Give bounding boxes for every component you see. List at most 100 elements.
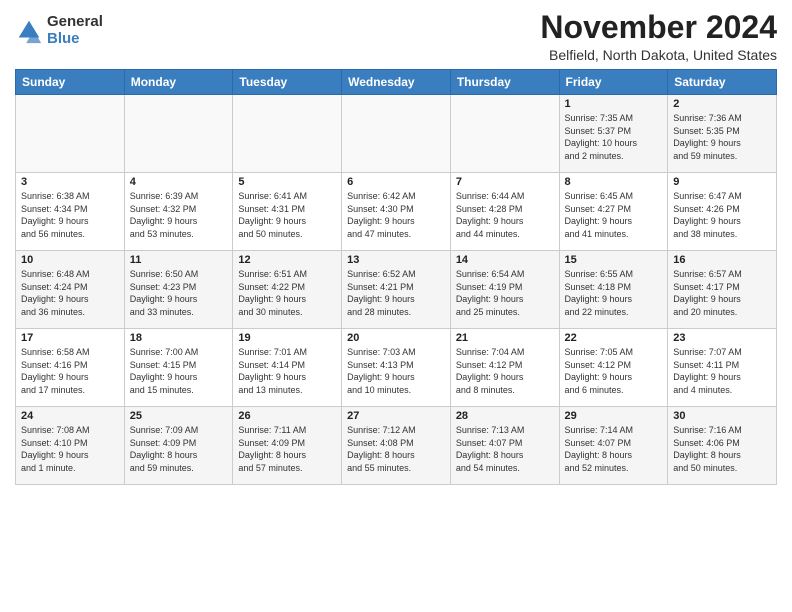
- table-row: 7 Sunrise: 6:44 AM Sunset: 4:28 PM Daylig…: [450, 173, 559, 251]
- day-number: 2: [673, 98, 771, 110]
- day-info: Sunrise: 6:55 AM Sunset: 4:18 PM Dayligh…: [565, 268, 663, 318]
- day-number: 13: [347, 254, 445, 266]
- table-row: [16, 95, 125, 173]
- day-info: Sunrise: 7:09 AM Sunset: 4:09 PM Dayligh…: [130, 424, 228, 474]
- day-number: 7: [456, 176, 554, 188]
- table-row: 23 Sunrise: 7:07 AM Sunset: 4:11 PM Dayli…: [668, 329, 777, 407]
- logo: General Blue: [15, 14, 103, 47]
- day-info: Sunrise: 6:54 AM Sunset: 4:19 PM Dayligh…: [456, 268, 554, 318]
- table-row: 1 Sunrise: 7:35 AM Sunset: 5:37 PM Daylig…: [559, 95, 668, 173]
- table-row: 15 Sunrise: 6:55 AM Sunset: 4:18 PM Dayli…: [559, 251, 668, 329]
- logo-icon: [15, 17, 43, 45]
- day-info: Sunrise: 6:39 AM Sunset: 4:32 PM Dayligh…: [130, 190, 228, 240]
- table-row: [450, 95, 559, 173]
- table-row: 24 Sunrise: 7:08 AM Sunset: 4:10 PM Dayli…: [16, 407, 125, 485]
- day-info: Sunrise: 7:01 AM Sunset: 4:14 PM Dayligh…: [238, 346, 336, 396]
- col-sunday: Sunday: [16, 70, 125, 95]
- day-info: Sunrise: 7:16 AM Sunset: 4:06 PM Dayligh…: [673, 424, 771, 474]
- day-info: Sunrise: 7:11 AM Sunset: 4:09 PM Dayligh…: [238, 424, 336, 474]
- table-row: 26 Sunrise: 7:11 AM Sunset: 4:09 PM Dayli…: [233, 407, 342, 485]
- table-row: 2Sunrise: 7:36 AM Sunset: 5:35 PM Daylig…: [668, 95, 777, 173]
- table-row: 19 Sunrise: 7:01 AM Sunset: 4:14 PM Dayli…: [233, 329, 342, 407]
- day-info: Sunrise: 6:45 AM Sunset: 4:27 PM Dayligh…: [565, 190, 663, 240]
- table-row: 17Sunrise: 6:58 AM Sunset: 4:16 PM Dayli…: [16, 329, 125, 407]
- location-subtitle: Belfield, North Dakota, United States: [540, 47, 777, 63]
- day-info: Sunrise: 6:57 AM Sunset: 4:17 PM Dayligh…: [673, 268, 771, 318]
- day-number: 5: [238, 176, 336, 188]
- day-number: 10: [21, 254, 119, 266]
- day-info: Sunrise: 6:50 AM Sunset: 4:23 PM Dayligh…: [130, 268, 228, 318]
- table-row: 21Sunrise: 7:04 AM Sunset: 4:12 PM Dayli…: [450, 329, 559, 407]
- table-row: 20Sunrise: 7:03 AM Sunset: 4:13 PM Dayli…: [342, 329, 451, 407]
- day-number: 4: [130, 176, 228, 188]
- table-row: 28Sunrise: 7:13 AM Sunset: 4:07 PM Dayli…: [450, 407, 559, 485]
- day-number: 14: [456, 254, 554, 266]
- table-row: 3 Sunrise: 6:38 AM Sunset: 4:34 PM Daylig…: [16, 173, 125, 251]
- day-info: Sunrise: 7:12 AM Sunset: 4:08 PM Dayligh…: [347, 424, 445, 474]
- table-row: 5 Sunrise: 6:41 AM Sunset: 4:31 PM Daylig…: [233, 173, 342, 251]
- day-number: 1: [565, 98, 663, 110]
- day-number: 25: [130, 410, 228, 422]
- col-tuesday: Tuesday: [233, 70, 342, 95]
- col-saturday: Saturday: [668, 70, 777, 95]
- day-number: 16: [673, 254, 771, 266]
- calendar-week-2: 3 Sunrise: 6:38 AM Sunset: 4:34 PM Daylig…: [16, 173, 777, 251]
- day-number: 26: [238, 410, 336, 422]
- table-row: 8 Sunrise: 6:45 AM Sunset: 4:27 PM Daylig…: [559, 173, 668, 251]
- day-number: 27: [347, 410, 445, 422]
- day-info: Sunrise: 6:58 AM Sunset: 4:16 PM Dayligh…: [21, 346, 119, 396]
- day-number: 3: [21, 176, 119, 188]
- day-number: 19: [238, 332, 336, 344]
- day-info: Sunrise: 7:35 AM Sunset: 5:37 PM Dayligh…: [565, 112, 663, 162]
- calendar-week-4: 17Sunrise: 6:58 AM Sunset: 4:16 PM Dayli…: [16, 329, 777, 407]
- day-info: Sunrise: 7:05 AM Sunset: 4:12 PM Dayligh…: [565, 346, 663, 396]
- calendar-week-1: 1 Sunrise: 7:35 AM Sunset: 5:37 PM Daylig…: [16, 95, 777, 173]
- day-number: 15: [565, 254, 663, 266]
- day-number: 23: [673, 332, 771, 344]
- table-row: 9 Sunrise: 6:47 AM Sunset: 4:26 PM Daylig…: [668, 173, 777, 251]
- day-info: Sunrise: 7:07 AM Sunset: 4:11 PM Dayligh…: [673, 346, 771, 396]
- col-monday: Monday: [124, 70, 233, 95]
- table-row: [233, 95, 342, 173]
- day-number: 11: [130, 254, 228, 266]
- table-row: 11 Sunrise: 6:50 AM Sunset: 4:23 PM Dayli…: [124, 251, 233, 329]
- table-row: 14 Sunrise: 6:54 AM Sunset: 4:19 PM Dayli…: [450, 251, 559, 329]
- title-area: November 2024 Belfield, North Dakota, Un…: [540, 10, 777, 63]
- day-number: 8: [565, 176, 663, 188]
- day-number: 30: [673, 410, 771, 422]
- col-thursday: Thursday: [450, 70, 559, 95]
- day-info: Sunrise: 7:04 AM Sunset: 4:12 PM Dayligh…: [456, 346, 554, 396]
- day-number: 24: [21, 410, 119, 422]
- day-info: Sunrise: 7:14 AM Sunset: 4:07 PM Dayligh…: [565, 424, 663, 474]
- day-info: Sunrise: 6:38 AM Sunset: 4:34 PM Dayligh…: [21, 190, 119, 240]
- table-row: 18Sunrise: 7:00 AM Sunset: 4:15 PM Dayli…: [124, 329, 233, 407]
- day-info: Sunrise: 6:42 AM Sunset: 4:30 PM Dayligh…: [347, 190, 445, 240]
- day-info: Sunrise: 7:08 AM Sunset: 4:10 PM Dayligh…: [21, 424, 119, 474]
- logo-blue-text: Blue: [47, 31, 103, 48]
- header: General Blue November 2024 Belfield, Nor…: [15, 10, 777, 63]
- day-number: 18: [130, 332, 228, 344]
- day-info: Sunrise: 6:48 AM Sunset: 4:24 PM Dayligh…: [21, 268, 119, 318]
- day-number: 29: [565, 410, 663, 422]
- month-title: November 2024: [540, 10, 777, 45]
- day-info: Sunrise: 6:44 AM Sunset: 4:28 PM Dayligh…: [456, 190, 554, 240]
- day-info: Sunrise: 7:03 AM Sunset: 4:13 PM Dayligh…: [347, 346, 445, 396]
- table-row: 16 Sunrise: 6:57 AM Sunset: 4:17 PM Dayli…: [668, 251, 777, 329]
- table-row: [342, 95, 451, 173]
- table-row: 12Sunrise: 6:51 AM Sunset: 4:22 PM Dayli…: [233, 251, 342, 329]
- calendar-week-3: 10 Sunrise: 6:48 AM Sunset: 4:24 PM Dayli…: [16, 251, 777, 329]
- table-row: 22 Sunrise: 7:05 AM Sunset: 4:12 PM Dayli…: [559, 329, 668, 407]
- table-row: [124, 95, 233, 173]
- day-number: 22: [565, 332, 663, 344]
- day-info: Sunrise: 6:47 AM Sunset: 4:26 PM Dayligh…: [673, 190, 771, 240]
- table-row: 6 Sunrise: 6:42 AM Sunset: 4:30 PM Daylig…: [342, 173, 451, 251]
- day-info: Sunrise: 6:41 AM Sunset: 4:31 PM Dayligh…: [238, 190, 336, 240]
- day-info: Sunrise: 6:52 AM Sunset: 4:21 PM Dayligh…: [347, 268, 445, 318]
- day-number: 9: [673, 176, 771, 188]
- calendar-table: Sunday Monday Tuesday Wednesday Thursday…: [15, 69, 777, 485]
- col-wednesday: Wednesday: [342, 70, 451, 95]
- table-row: 27 Sunrise: 7:12 AM Sunset: 4:08 PM Dayli…: [342, 407, 451, 485]
- table-row: 4 Sunrise: 6:39 AM Sunset: 4:32 PM Daylig…: [124, 173, 233, 251]
- day-number: 6: [347, 176, 445, 188]
- table-row: 25 Sunrise: 7:09 AM Sunset: 4:09 PM Dayli…: [124, 407, 233, 485]
